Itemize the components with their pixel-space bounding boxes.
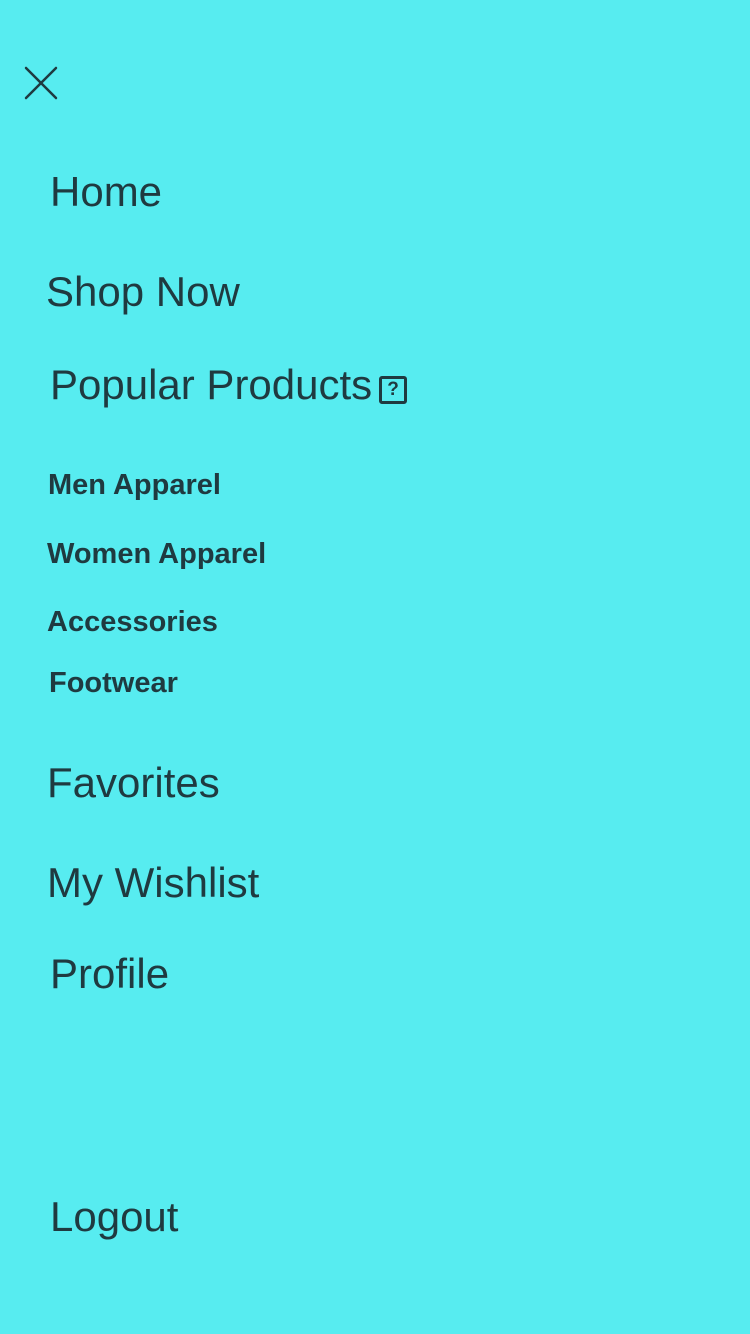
menu-item-home[interactable]: Home (50, 166, 162, 218)
submenu-item-accessories[interactable]: Accessories (47, 604, 218, 640)
submenu-item-men-apparel[interactable]: Men Apparel (48, 467, 221, 503)
menu-item-favorites[interactable]: Favorites (47, 757, 220, 809)
menu-item-popular-products[interactable]: Popular Products (50, 359, 372, 411)
close-icon (24, 66, 58, 100)
menu-item-profile[interactable]: Profile (50, 948, 169, 1000)
submenu-item-women-apparel[interactable]: Women Apparel (47, 536, 266, 572)
help-icon[interactable]: ? (379, 376, 407, 404)
menu-item-shop-now[interactable]: Shop Now (46, 266, 240, 318)
menu-item-my-wishlist[interactable]: My Wishlist (47, 857, 259, 909)
submenu-item-footwear[interactable]: Footwear (49, 665, 178, 701)
close-button[interactable] (18, 60, 64, 106)
menu-item-logout[interactable]: Logout (50, 1191, 178, 1243)
